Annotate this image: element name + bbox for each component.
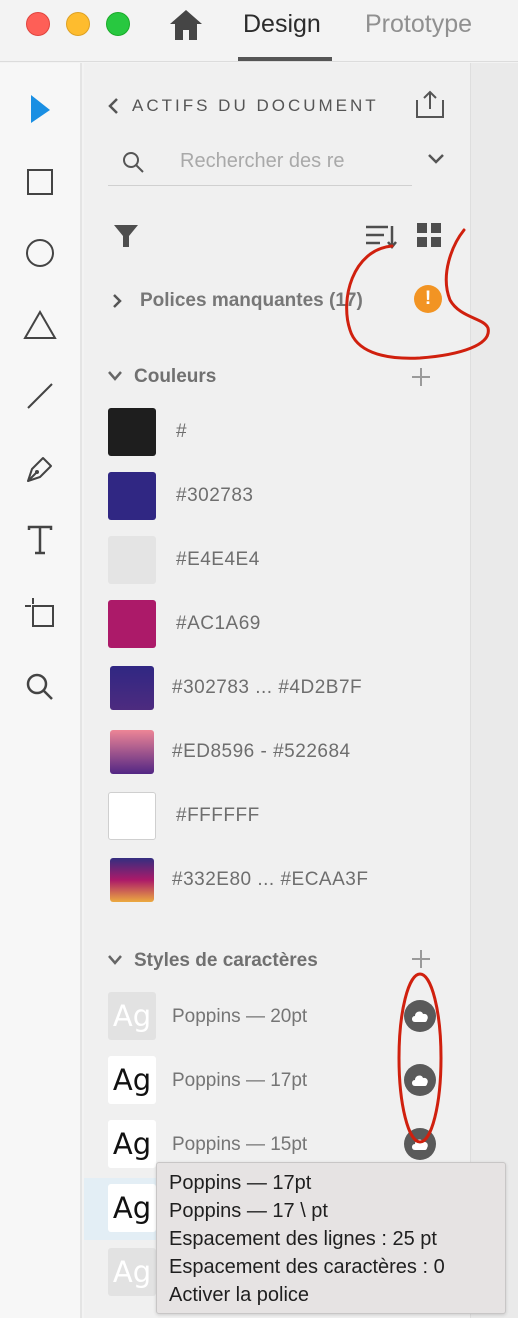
ellipse-icon bbox=[26, 239, 54, 267]
missing-fonts-count: (17) bbox=[329, 290, 363, 311]
text-icon bbox=[27, 525, 53, 555]
cloud-icon[interactable] bbox=[404, 1128, 436, 1160]
search-placeholder[interactable]: Rechercher des re bbox=[180, 150, 370, 173]
pen-tool[interactable] bbox=[20, 449, 60, 489]
char-style-label[interactable]: Poppins — 20pt bbox=[172, 1006, 307, 1028]
color-swatch[interactable] bbox=[108, 536, 156, 584]
search-icon bbox=[123, 152, 144, 173]
home-icon[interactable] bbox=[168, 8, 204, 42]
panel-title: ACTIFS DU DOCUMENT bbox=[132, 96, 379, 115]
tab-prototype[interactable]: Prototype bbox=[365, 10, 472, 39]
char-styles-section-title[interactable]: Styles de caractères bbox=[134, 950, 318, 972]
select-arrow-icon bbox=[31, 95, 50, 123]
rectangle-tool[interactable] bbox=[20, 162, 60, 202]
cloud-icon[interactable] bbox=[404, 1064, 436, 1096]
color-swatch[interactable] bbox=[108, 408, 156, 456]
color-label[interactable]: #AC1A69 bbox=[176, 613, 261, 635]
tool-bar bbox=[0, 63, 82, 1318]
char-style-preview[interactable]: Ag bbox=[108, 992, 156, 1040]
tooltip-line: Poppins — 17pt bbox=[169, 1172, 312, 1194]
artboard-icon bbox=[25, 598, 54, 627]
tooltip-activate-font[interactable]: Activer la police bbox=[169, 1281, 505, 1309]
active-tab-indicator bbox=[238, 57, 332, 61]
char-style-preview[interactable]: Ag bbox=[108, 1120, 156, 1168]
warning-icon[interactable]: ! bbox=[414, 285, 442, 313]
color-swatch[interactable] bbox=[110, 858, 154, 902]
colors-chevron-down-icon[interactable] bbox=[106, 369, 124, 383]
char-style-label[interactable]: Poppins — 15pt bbox=[172, 1134, 307, 1156]
font-tooltip: Poppins — 17pt Poppins — 17 \ pt Espacem… bbox=[156, 1162, 506, 1314]
missing-fonts-row[interactable]: Polices manquantes (17) bbox=[140, 290, 363, 312]
color-swatch[interactable] bbox=[110, 730, 154, 774]
select-tool[interactable] bbox=[20, 89, 60, 129]
tooltip-line: Espacement des lignes : 25 pt bbox=[169, 1228, 437, 1250]
color-label[interactable]: #302783 bbox=[176, 485, 253, 507]
artboard-tool[interactable] bbox=[20, 593, 60, 633]
minimize-window-button[interactable] bbox=[66, 12, 90, 36]
color-label[interactable]: #ED8596 - #522684 bbox=[172, 741, 351, 763]
chevron-down-icon[interactable] bbox=[426, 152, 446, 166]
grid-view-icon[interactable] bbox=[416, 222, 442, 248]
char-style-label[interactable]: Poppins — 17pt bbox=[172, 1070, 307, 1092]
tab-design[interactable]: Design bbox=[243, 10, 321, 39]
color-swatch[interactable] bbox=[108, 792, 156, 840]
close-window-button[interactable] bbox=[26, 12, 50, 36]
filter-icon[interactable] bbox=[112, 222, 140, 250]
missing-fonts-label: Polices manquantes bbox=[140, 290, 324, 311]
title-bar: Design Prototype bbox=[0, 0, 518, 62]
text-tool[interactable] bbox=[20, 520, 60, 560]
char-styles-chevron-down-icon[interactable] bbox=[106, 953, 124, 967]
zoom-window-button[interactable] bbox=[106, 12, 130, 36]
color-swatch[interactable] bbox=[108, 600, 156, 648]
ellipse-tool[interactable] bbox=[20, 233, 60, 273]
cloud-icon[interactable] bbox=[404, 1000, 436, 1032]
panel-scroll-area[interactable] bbox=[470, 63, 518, 1318]
zoom-tool[interactable] bbox=[20, 667, 60, 707]
colors-section-title[interactable]: Couleurs bbox=[134, 366, 216, 388]
line-icon bbox=[27, 383, 53, 409]
magnifier-icon bbox=[26, 673, 53, 700]
add-char-style-icon[interactable] bbox=[410, 948, 432, 970]
share-icon[interactable] bbox=[414, 88, 446, 120]
color-label[interactable]: #302783 ... #4D2B7F bbox=[172, 677, 362, 699]
color-label[interactable]: # bbox=[176, 421, 187, 443]
chevron-right-icon[interactable] bbox=[110, 292, 124, 310]
color-label[interactable]: #332E80 ... #ECAA3F bbox=[172, 869, 368, 891]
chevron-left-icon[interactable] bbox=[106, 96, 120, 116]
char-style-preview[interactable]: Ag bbox=[108, 1248, 156, 1296]
tooltip-line: Poppins — 17 \ pt bbox=[169, 1200, 328, 1222]
tooltip-line: Espacement des caractères : 0 bbox=[169, 1256, 445, 1278]
char-style-preview[interactable]: Ag bbox=[108, 1184, 156, 1232]
add-color-icon[interactable] bbox=[410, 366, 432, 388]
pen-icon bbox=[27, 457, 52, 482]
polygon-tool[interactable] bbox=[20, 305, 60, 345]
char-style-preview[interactable]: Ag bbox=[108, 1056, 156, 1104]
color-label[interactable]: #FFFFFF bbox=[176, 805, 260, 827]
color-swatch[interactable] bbox=[108, 472, 156, 520]
search-field[interactable]: Rechercher des re bbox=[108, 140, 412, 186]
rectangle-icon bbox=[27, 169, 53, 195]
color-label[interactable]: #E4E4E4 bbox=[176, 549, 260, 571]
line-tool[interactable] bbox=[20, 376, 60, 416]
triangle-icon bbox=[23, 309, 57, 339]
color-swatch[interactable] bbox=[110, 666, 154, 710]
sort-icon[interactable] bbox=[364, 222, 400, 250]
